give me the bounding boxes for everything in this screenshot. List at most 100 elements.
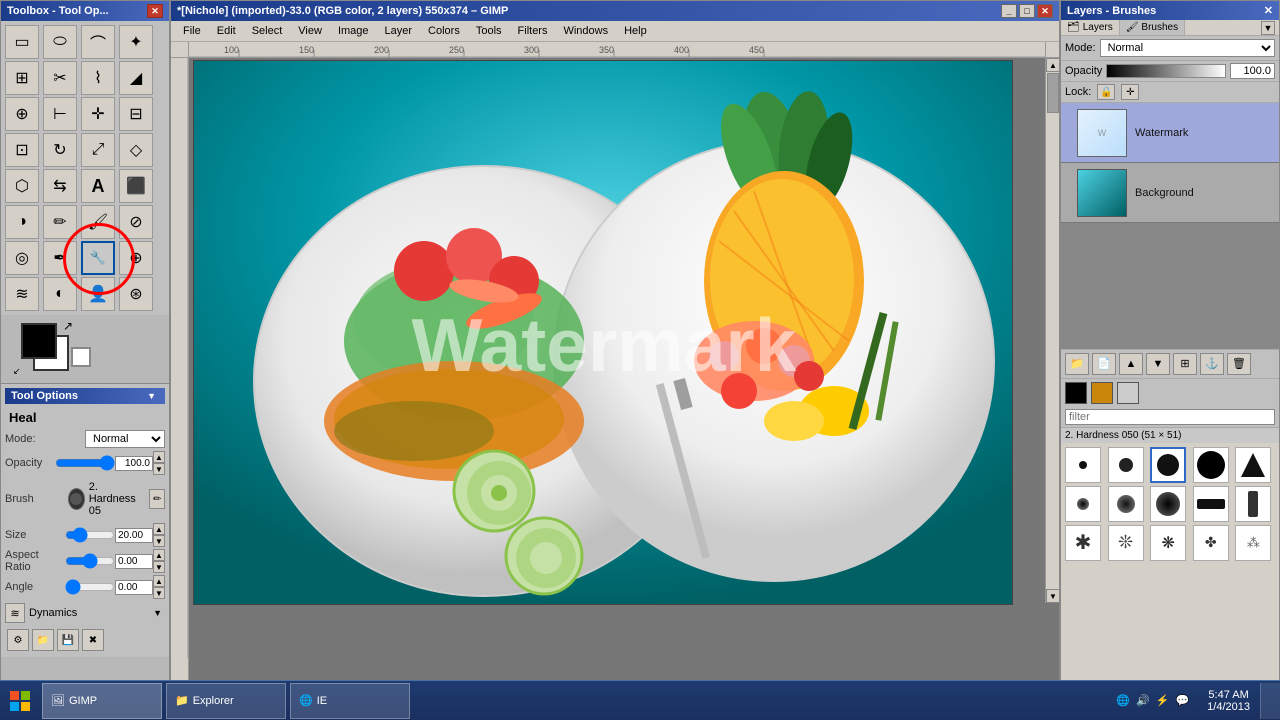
tool-paintbrush[interactable]: 🖌 — [81, 205, 115, 239]
opacity-slider[interactable] — [55, 456, 115, 470]
brush-item-5[interactable] — [1235, 447, 1271, 483]
tool-align[interactable]: ⊟ — [119, 97, 153, 131]
start-button[interactable] — [0, 683, 40, 719]
brush-item-14[interactable]: ✤ — [1193, 525, 1229, 561]
brush-item-4[interactable] — [1193, 447, 1229, 483]
tool-select-by-color[interactable]: ⊞ — [5, 61, 39, 95]
color-swap-btn[interactable]: ↗ — [63, 319, 73, 333]
tool-color-picker[interactable]: ◢ — [119, 61, 153, 95]
tool-rotate[interactable]: ↻ — [43, 133, 77, 167]
tray-power-icon[interactable]: ⚡ — [1156, 694, 1170, 707]
system-clock[interactable]: 5:47 AM 1/4/2013 — [1197, 689, 1260, 713]
tool-blend[interactable]: ◑ — [5, 205, 39, 239]
angle-up-btn[interactable]: ▲ — [153, 575, 165, 587]
opacity-down-btn[interactable]: ▼ — [153, 463, 165, 475]
tool-options-header[interactable]: Tool Options ▼ — [5, 388, 165, 404]
brush-item-11[interactable]: ✱ — [1065, 525, 1101, 561]
size-down-btn[interactable]: ▼ — [153, 535, 165, 547]
tool-rect-select[interactable]: ▭ — [5, 25, 39, 59]
tool-zoom[interactable]: ⊕ — [5, 97, 39, 131]
size-up-btn[interactable]: ▲ — [153, 523, 165, 535]
opacity-up-btn[interactable]: ▲ — [153, 451, 165, 463]
v-scrollbar[interactable]: ▲ ▼ — [1045, 58, 1059, 603]
tab-layers[interactable]: 🗂 Layers — [1061, 20, 1120, 35]
gimp-maximize-btn[interactable]: □ — [1019, 4, 1035, 18]
v-scroll-up-btn[interactable]: ▲ — [1046, 58, 1059, 72]
angle-down-btn[interactable]: ▼ — [153, 587, 165, 599]
tool-flip[interactable]: ⇆ — [43, 169, 77, 203]
gimp-minimize-btn[interactable]: _ — [1001, 4, 1017, 18]
tool-opt-btn2[interactable]: 📁 — [32, 629, 54, 651]
layers-close-btn[interactable]: ✕ — [1264, 4, 1273, 17]
tool-scissors[interactable]: ✂ — [43, 61, 77, 95]
dynamics-icon[interactable]: ≋ — [5, 603, 25, 623]
tray-volume-icon[interactable]: 🔊 — [1136, 694, 1150, 707]
lower-layer-btn[interactable]: ▼ — [1146, 353, 1170, 375]
raise-layer-btn[interactable]: ▲ — [1119, 353, 1143, 375]
opacity-input[interactable] — [115, 456, 153, 471]
image-canvas[interactable]: Watermark — [193, 60, 1013, 605]
gimp-close-btn[interactable]: ✕ — [1037, 4, 1053, 18]
bg-swatch-small[interactable] — [1117, 382, 1139, 404]
tool-smudge[interactable]: ≋ — [5, 277, 39, 311]
tool-opt-btn1[interactable]: ⚙ — [7, 629, 29, 651]
menu-image[interactable]: Image — [330, 23, 377, 39]
tool-bucket-fill[interactable]: ⬛ — [119, 169, 153, 203]
tab-brushes[interactable]: 🖌 Brushes — [1120, 20, 1185, 35]
brush-item-13[interactable]: ❋ — [1150, 525, 1186, 561]
lock-pixels-btn[interactable]: 🔒 — [1097, 84, 1115, 100]
brush-item-8[interactable] — [1150, 486, 1186, 522]
menu-layer[interactable]: Layer — [377, 23, 421, 39]
tool-extra[interactable]: ⊛ — [119, 277, 153, 311]
tool-shear[interactable]: ◇ — [119, 133, 153, 167]
brush-item-10[interactable] — [1235, 486, 1271, 522]
layers-mode-select[interactable]: Normal — [1100, 39, 1275, 57]
v-scroll-thumb[interactable] — [1047, 73, 1059, 113]
tool-scale[interactable]: ⤢ — [81, 133, 115, 167]
tool-eraser[interactable]: ⊘ — [119, 205, 153, 239]
angle-input[interactable] — [115, 580, 153, 595]
panel-menu-btn[interactable]: ▼ — [1261, 21, 1275, 35]
layer-item-watermark[interactable]: W Watermark — [1061, 103, 1279, 163]
dynamics-expand-btn[interactable]: ▼ — [150, 607, 165, 619]
new-layer-group-btn[interactable]: 📁 — [1065, 353, 1089, 375]
brush-item-2[interactable] — [1108, 447, 1144, 483]
tray-notification-icon[interactable]: 💬 — [1175, 694, 1189, 707]
v-scroll-down-btn[interactable]: ▼ — [1046, 589, 1059, 603]
tool-clone[interactable]: ⊕ — [119, 241, 153, 275]
tool-opt-btn4[interactable]: ✖ — [82, 629, 104, 651]
brush-item-1[interactable] — [1065, 447, 1101, 483]
tool-move[interactable]: ✛ — [81, 97, 115, 131]
brush-item-6[interactable] — [1065, 486, 1101, 522]
menu-tools[interactable]: Tools — [468, 23, 510, 39]
tool-crop[interactable]: ⊡ — [5, 133, 39, 167]
menu-colors[interactable]: Colors — [420, 23, 468, 39]
brush-item-15[interactable]: ⁂ — [1235, 525, 1271, 561]
delete-layer-btn[interactable]: 🗑 — [1227, 353, 1251, 375]
menu-select[interactable]: Select — [244, 23, 291, 39]
taskbar-ie-item[interactable]: 🌐 IE — [290, 683, 410, 719]
aspect-slider[interactable] — [65, 555, 115, 567]
layer-item-background[interactable]: Background — [1061, 163, 1279, 223]
menu-edit[interactable]: Edit — [209, 23, 244, 39]
color-reset-btn[interactable]: ↙ — [13, 366, 21, 377]
aspect-up-btn[interactable]: ▲ — [153, 549, 165, 561]
anchor-layer-btn[interactable]: ⚓ — [1200, 353, 1224, 375]
tool-options-collapse-btn[interactable]: ▼ — [144, 390, 159, 402]
taskbar-gimp-item[interactable]: 🖼 GIMP — [42, 683, 162, 719]
aspect-down-btn[interactable]: ▼ — [153, 561, 165, 573]
tool-airbrush[interactable]: ◎ — [5, 241, 39, 275]
size-slider[interactable] — [65, 529, 115, 541]
tool-paths[interactable]: ⌇ — [81, 61, 115, 95]
quick-mask-btn[interactable] — [71, 347, 91, 367]
tool-heal[interactable]: 🔧 — [81, 241, 115, 275]
menu-view[interactable]: View — [290, 23, 330, 39]
menu-filters[interactable]: Filters — [510, 23, 556, 39]
brush-item-7[interactable] — [1108, 486, 1144, 522]
mode-select[interactable]: Normal — [85, 430, 165, 448]
brush-edit-btn[interactable]: ✏ — [149, 489, 165, 509]
lock-position-btn[interactable]: ✛ — [1121, 84, 1139, 100]
tool-pencil[interactable]: ✏ — [43, 205, 77, 239]
menu-help[interactable]: Help — [616, 23, 655, 39]
duplicate-layer-btn[interactable]: ⊞ — [1173, 353, 1197, 375]
